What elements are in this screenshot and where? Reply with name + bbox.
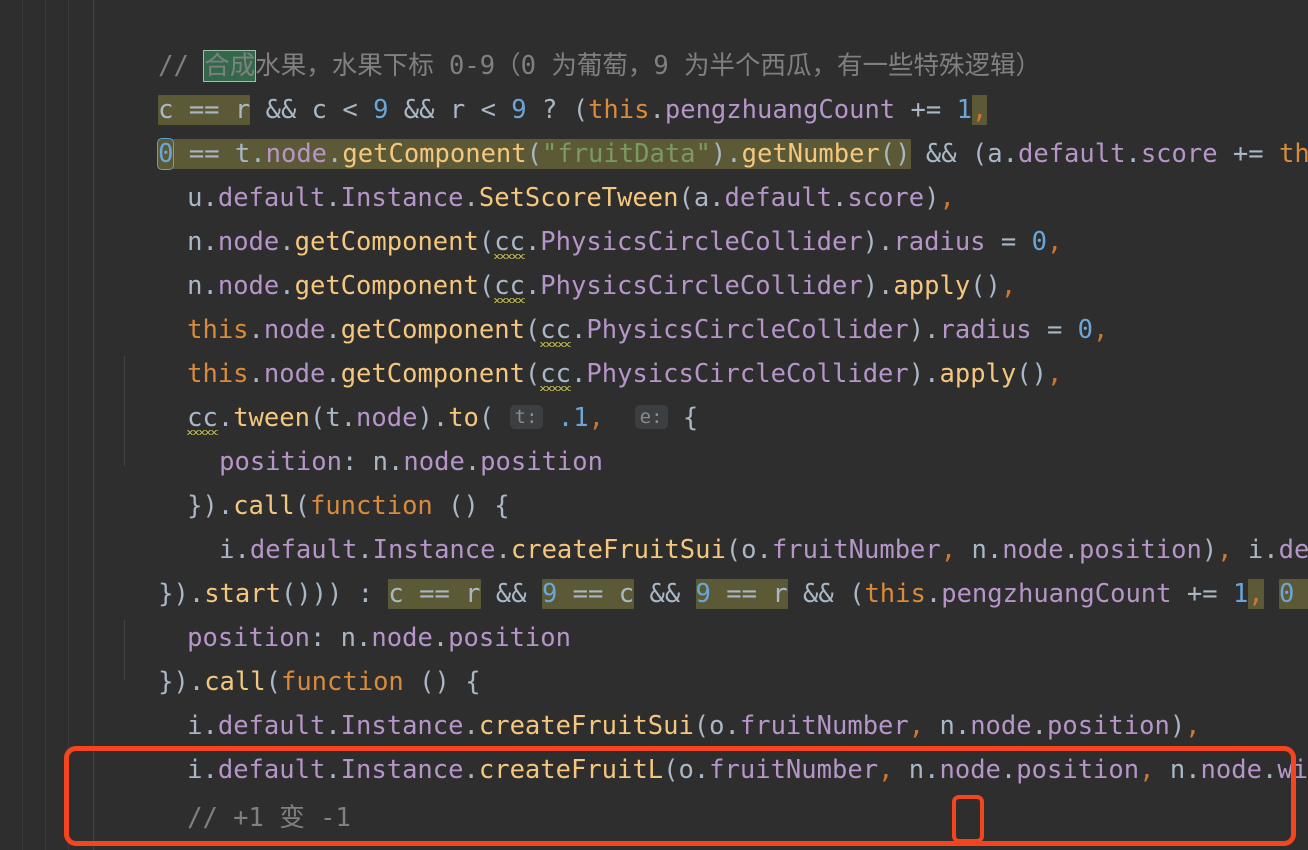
code-line[interactable]: }).start())) : c == r && 9 == c && 9 == … [0, 528, 1308, 609]
code-line[interactable]: 0 == t.node.getComponent("fruitData").ge… [0, 88, 1308, 170]
code-line[interactable]: position: n.node.position [0, 396, 1308, 477]
code-line[interactable]: i.default.Instance.createFruitL(o.fruitN… [0, 704, 1308, 785]
code-line[interactable]: this.node.getComponent(cc.PhysicsCircleC… [0, 264, 1308, 345]
code-line[interactable]: n.node.getComponent(cc.PhysicsCircleColl… [0, 220, 1308, 301]
code-line[interactable]: }).call(function () { [0, 440, 1308, 521]
code-line[interactable]: position: n.node.position [0, 572, 1308, 653]
code-line[interactable]: u.default.Instance.SetScoreTween(a.defau… [0, 132, 1308, 213]
code-editor[interactable]: // 合成水果，水果下标 0-9（0 为葡萄，9 为半个西瓜，有一些特殊逻辑） … [0, 0, 1308, 850]
code-line[interactable]: this.node.getComponent(cc.PhysicsCircleC… [0, 308, 1308, 389]
code-line[interactable]: i.default.Instance.createFruitSui(o.frui… [0, 660, 1308, 741]
code-line[interactable]: c == r && c < 9 && r < 9 ? (this.pengzhu… [0, 44, 1308, 125]
code-line[interactable]: i.default.Instance.createFruitSui(o.frui… [0, 484, 1308, 565]
code-line[interactable]: // +1 变 -1 [0, 752, 1308, 833]
code-line[interactable]: }).call(function () { [0, 616, 1308, 697]
code-line[interactable]: // 合成水果，水果下标 0-9（0 为葡萄，9 为半个西瓜，有一些特殊逻辑） [0, 0, 1308, 82]
code-line-partial[interactable]: i.default.Instance.createFruitSui(o.frui… [0, 840, 1308, 850]
code-content-area[interactable]: // 合成水果，水果下标 0-9（0 为葡萄，9 为半个西瓜，有一些特殊逻辑） … [0, 0, 1308, 850]
code-line[interactable]: i.default.Instance.createLevelUpFruit(o.… [0, 796, 1308, 850]
code-line[interactable]: cc.tween(t.node).to( t: .1, e: { [0, 352, 1308, 433]
code-line[interactable]: n.node.getComponent(cc.PhysicsCircleColl… [0, 176, 1308, 257]
